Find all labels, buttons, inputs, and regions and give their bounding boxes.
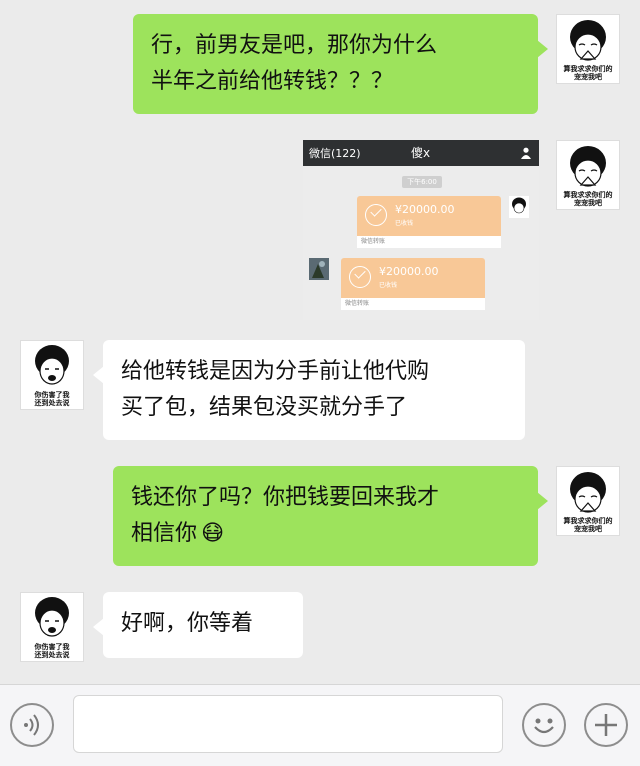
- avatar-caption: 你伤害了我 还到处去说: [34, 643, 70, 659]
- avatar-caption: 算我求求你们的 宠宠我吧: [563, 191, 613, 207]
- my-avatar[interactable]: 算我求求你们的 宠宠我吧: [556, 14, 620, 84]
- transfer-status: 已收钱: [379, 282, 398, 289]
- transfer-footer: 微信转账: [341, 298, 485, 310]
- message-text-line: 好啊，你等着: [121, 611, 254, 636]
- avatar-caption: 算我求求你们的 宠宠我吧: [563, 65, 613, 81]
- plus-icon: [595, 714, 617, 736]
- smiley-icon: [534, 718, 554, 734]
- transfer-status: 已收钱: [395, 220, 414, 227]
- message-text-line: 相信你 😷: [131, 521, 224, 546]
- message-text-line: 行，前男友是吧，那你为什么: [151, 33, 438, 58]
- my-avatar[interactable]: 算我求求你们的 宠宠我吧: [556, 466, 620, 536]
- person-icon: [521, 147, 531, 159]
- message-text-line: 买了包，结果包没买就分手了: [121, 395, 408, 420]
- transfer-card: ¥20000.00 已收钱 微信转账: [357, 196, 501, 248]
- message-bubble-5[interactable]: 好啊，你等着: [93, 592, 303, 658]
- transfer-card: ¥20000.00 已收钱 微信转账: [341, 258, 485, 310]
- mini-avatar: [309, 258, 329, 280]
- contact-avatar[interactable]: 你伤害了我 还到处去说: [20, 592, 84, 662]
- image-message-screenshot[interactable]: 微信(122) 傻x 下午6:00 ¥20000.00 已收钱 微信转账 ¥20…: [303, 140, 539, 320]
- message-bubble-1[interactable]: 行，前男友是吧，那你为什么 半年之前给他转钱？？？: [133, 14, 548, 114]
- transfer-footer: 微信转账: [357, 236, 501, 248]
- emoji-button[interactable]: [522, 703, 566, 747]
- more-button[interactable]: [584, 703, 628, 747]
- my-avatar[interactable]: 算我求求你们的 宠宠我吧: [556, 140, 620, 210]
- message-text-line: 半年之前给他转钱？？？: [151, 69, 394, 94]
- mini-avatar: [509, 196, 529, 218]
- screenshot-back-label: 微信(122): [309, 147, 361, 160]
- message-text-line: 给他转钱是因为分手前让他代购: [121, 359, 430, 384]
- avatar-caption: 算我求求你们的 宠宠我吧: [563, 517, 613, 533]
- avatar-caption: 你伤害了我 还到处去说: [34, 391, 70, 407]
- screenshot-time: 下午6:00: [402, 176, 442, 188]
- message-bubble-3[interactable]: 给他转钱是因为分手前让他代购 买了包，结果包没买就分手了: [93, 340, 525, 440]
- screenshot-title-bar: 微信(122) 傻x: [303, 140, 539, 166]
- voice-icon: [24, 714, 39, 736]
- transfer-amount: ¥20000.00: [395, 203, 455, 216]
- transfer-amount: ¥20000.00: [379, 265, 439, 278]
- message-bubble-4[interactable]: 钱还你了吗？你把钱要回来我才 相信你 😷: [113, 466, 548, 566]
- message-input[interactable]: [73, 695, 503, 753]
- contact-avatar[interactable]: 你伤害了我 还到处去说: [20, 340, 84, 410]
- voice-button[interactable]: [10, 703, 54, 747]
- screenshot-title: 傻x: [411, 146, 431, 160]
- input-bar: [0, 684, 640, 766]
- sick-face-emoji: 😷: [201, 521, 224, 546]
- message-text-line: 钱还你了吗？你把钱要回来我才: [131, 485, 440, 510]
